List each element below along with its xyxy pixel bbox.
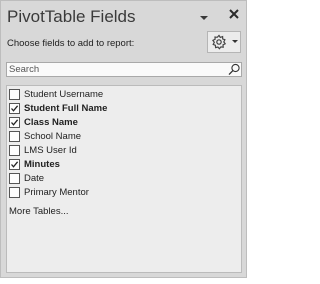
field-item-primary-mentor[interactable]: Primary Mentor xyxy=(9,187,237,200)
field-label: Minutes xyxy=(24,159,60,170)
field-item-school-name[interactable]: School Name xyxy=(9,131,237,144)
field-label: Date xyxy=(24,173,45,184)
choose-fields-label: Choose fields to add to report: xyxy=(7,38,135,49)
field-label: Primary Mentor xyxy=(24,187,89,198)
checkbox-lms-user-id[interactable] xyxy=(9,145,20,156)
chevron-down-icon xyxy=(200,16,208,20)
field-label: Student Username xyxy=(24,89,104,100)
check-icon xyxy=(11,119,19,126)
field-item-lms-user-id[interactable]: LMS User Id xyxy=(9,145,237,158)
search-input[interactable] xyxy=(9,63,221,76)
checkbox-minutes[interactable] xyxy=(9,159,20,170)
more-tables-link[interactable]: More Tables... xyxy=(9,206,69,217)
check-icon xyxy=(11,161,19,168)
field-list: Student Username Student Full Name Class… xyxy=(6,85,242,273)
checkbox-primary-mentor[interactable] xyxy=(9,187,20,198)
field-label: Student Full Name xyxy=(24,103,108,114)
field-item-student-full-name[interactable]: Student Full Name xyxy=(9,103,237,116)
checkbox-student-username[interactable] xyxy=(9,89,20,100)
field-item-student-username[interactable]: Student Username xyxy=(9,89,237,102)
check-icon xyxy=(11,105,19,112)
pane-title: PivotTable Fields xyxy=(7,7,136,26)
caret-down-icon xyxy=(232,40,238,43)
tools-button[interactable] xyxy=(207,31,241,53)
field-item-minutes[interactable]: Minutes xyxy=(9,159,237,172)
checkbox-class-name[interactable] xyxy=(9,117,20,128)
checkbox-student-full-name[interactable] xyxy=(9,103,20,114)
field-item-date[interactable]: Date xyxy=(9,173,237,186)
search-field[interactable] xyxy=(6,62,242,77)
checkbox-date[interactable] xyxy=(9,173,20,184)
checkbox-school-name[interactable] xyxy=(9,131,20,142)
field-label: Class Name xyxy=(24,117,78,128)
field-item-class-name[interactable]: Class Name xyxy=(9,117,237,130)
pivottable-fields-pane: PivotTable Fields Choose fields to add t… xyxy=(0,0,247,278)
close-button[interactable] xyxy=(227,7,241,21)
task-pane-options-button[interactable] xyxy=(197,11,211,23)
close-icon xyxy=(229,9,239,19)
search-icon[interactable] xyxy=(228,63,241,76)
field-label: LMS User Id xyxy=(24,145,77,156)
field-label: School Name xyxy=(24,131,82,142)
